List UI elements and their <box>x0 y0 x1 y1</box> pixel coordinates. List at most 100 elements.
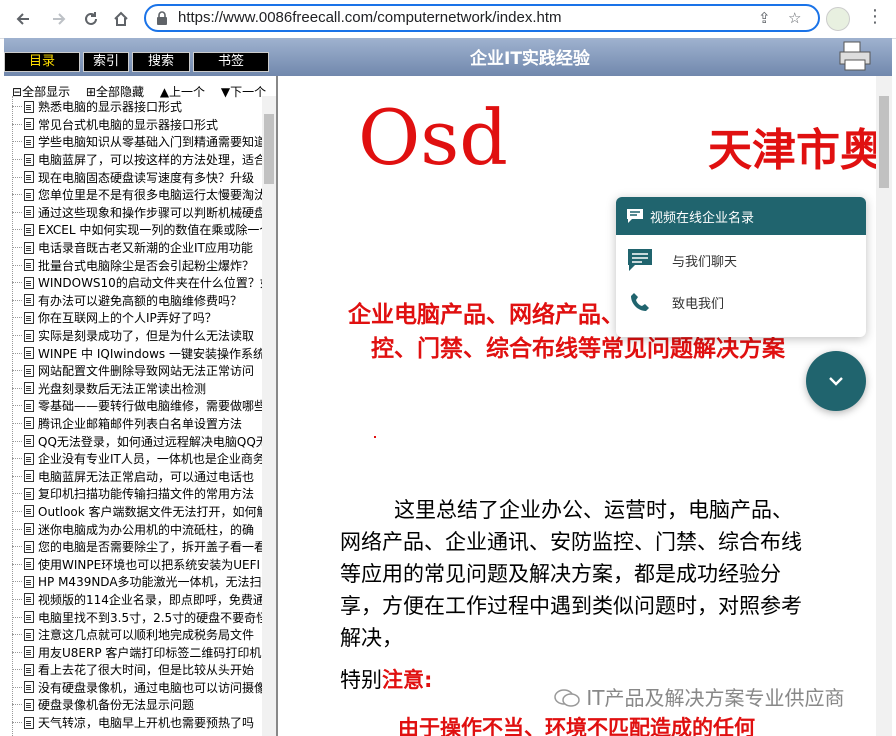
toc-item-label[interactable]: 学些电脑知识从零基础入门到精通需要知道的 <box>38 133 264 150</box>
document-icon <box>24 558 34 571</box>
toc-item-label[interactable]: 视频版的114企业名录，即点即呼，免费通话 <box>38 591 264 608</box>
tree-connector <box>12 123 22 125</box>
more-menu-icon[interactable]: ⋮ <box>866 6 884 27</box>
toc-item-label[interactable]: 硬盘录像机备份无法显示问题 <box>38 696 194 713</box>
toc-item[interactable]: 学些电脑知识从零基础入门到精通需要知道的 <box>12 133 264 151</box>
reload-button[interactable] <box>78 6 104 32</box>
toc-item-label[interactable]: Outlook 客户端数据文件无法打开，如何解决 <box>38 503 264 520</box>
scrollbar-thumb[interactable] <box>879 96 889 188</box>
toc-item[interactable]: 视频版的114企业名录，即点即呼，免费通话 <box>12 591 264 609</box>
toc-item[interactable]: 网站配置文件删除导致网站无法正常访问 <box>12 362 264 380</box>
content-scrollbar[interactable] <box>876 76 892 736</box>
toc-item-label[interactable]: 注意这几点就可以顺利地完成税务局文件 <box>38 626 254 643</box>
toc-item[interactable]: 腾讯企业邮箱邮件列表白名单设置方法 <box>12 415 264 433</box>
toc-item[interactable]: QQ无法登录，如何通过远程解决电脑QQ无法 <box>12 432 264 450</box>
toc-item[interactable]: HP M439NDA多功能激光一体机，无法扫描 <box>12 573 264 591</box>
profile-avatar[interactable] <box>826 7 850 31</box>
toc-item-label[interactable]: 企业没有专业IT人员，一体机也是企业商务 <box>38 450 264 467</box>
previous-button[interactable]: ▲上一个 <box>160 85 205 99</box>
forward-button[interactable] <box>46 6 72 32</box>
tab-contents[interactable]: 目录 <box>4 52 80 72</box>
star-icon[interactable]: ☆ <box>788 9 801 27</box>
toc-item-label[interactable]: 现在电脑固态硬盘读写速度有多快？升级 <box>38 169 254 186</box>
toc-item[interactable]: Outlook 客户端数据文件无法打开，如何解决 <box>12 503 264 521</box>
toc-item[interactable]: 迷你电脑成为办公用机的中流砥柱，的确 <box>12 520 264 538</box>
toc-item[interactable]: 看上去花了很大时间，但是比较从头开始 <box>12 661 264 679</box>
scrollbar-thumb[interactable] <box>264 114 274 184</box>
tab-search[interactable]: 搜索 <box>132 52 190 72</box>
toc-item-label[interactable]: EXCEL 中如何实现一列的数值在乘或除一个 <box>38 221 264 238</box>
toc-item-label[interactable]: 您的电脑是否需要除尘了，拆开盖子看一看 <box>38 538 264 555</box>
toc-item-label[interactable]: 看上去花了很大时间，但是比较从头开始 <box>38 661 254 678</box>
toc-item-label[interactable]: 电脑蓝屏无法正常启动，可以通过电话也 <box>38 468 254 485</box>
toc-item[interactable]: WINDOWS10的启动文件夹在什么位置？如何 <box>12 274 264 292</box>
next-button[interactable]: ▼下一个 <box>221 85 266 99</box>
toc-item[interactable]: 批量台式电脑除尘是否会引起粉尘爆炸？ <box>12 256 264 274</box>
toc-item[interactable]: 实际是刻录成功了，但是为什么无法读取 <box>12 327 264 345</box>
toc-item-label[interactable]: WINPE 中 IQIwindows 一键安装操作系统 <box>38 345 264 362</box>
toc-item-label[interactable]: 电脑蓝屏了，可以按这样的方法处理，适合 <box>38 151 264 168</box>
url-text[interactable]: https://www.0086freecall.com/computernet… <box>178 9 562 26</box>
toc-item[interactable]: 熟悉电脑的显示器接口形式 <box>12 98 264 116</box>
toc-item[interactable]: 用友U8ERP 客户端打印标签二维码打印机 <box>12 643 264 661</box>
toc-item[interactable]: 注意这几点就可以顺利地完成税务局文件 <box>12 626 264 644</box>
chat-with-us-option[interactable]: 与我们聊天 <box>616 239 866 281</box>
toc-item[interactable]: 现在电脑固态硬盘读写速度有多快？升级 <box>12 168 264 186</box>
toc-item[interactable]: 电脑蓝屏了，可以按这样的方法处理，适合 <box>12 151 264 169</box>
contents-scrollbar[interactable] <box>262 96 276 736</box>
toc-item[interactable]: 通过这些现象和操作步骤可以判断机械硬盘 <box>12 204 264 222</box>
toc-item-label[interactable]: 您单位里是不是有很多电脑运行太慢要淘汰 <box>38 186 264 203</box>
toc-item-label[interactable]: 常见台式机电脑的显示器接口形式 <box>38 116 218 133</box>
expand-all-button[interactable]: ⊟全部显示 <box>12 85 70 99</box>
toc-item-label[interactable]: 批量台式电脑除尘是否会引起粉尘爆炸？ <box>38 257 254 274</box>
toc-item-label[interactable]: 通过这些现象和操作步骤可以判断机械硬盘 <box>38 204 264 221</box>
toc-item[interactable]: 电脑蓝屏无法正常启动，可以通过电话也 <box>12 467 264 485</box>
toc-item-label[interactable]: 网站配置文件删除导致网站无法正常访问 <box>38 362 254 379</box>
share-icon[interactable]: ⇪ <box>758 9 771 27</box>
toc-item[interactable]: 使用WINPE环境也可以把系统安装为UEFI <box>12 555 264 573</box>
back-button[interactable] <box>10 6 36 32</box>
printer-icon[interactable] <box>838 40 872 72</box>
toc-item[interactable]: 常见台式机电脑的显示器接口形式 <box>12 116 264 134</box>
collapse-all-button[interactable]: ⊞全部隐藏 <box>86 85 144 99</box>
toc-item-label[interactable]: 复印机扫描功能传输扫描文件的常用方法 <box>38 485 254 502</box>
home-button[interactable] <box>108 6 134 32</box>
toc-item-label[interactable]: 迷你电脑成为办公用机的中流砥柱，的确 <box>38 521 254 538</box>
toc-item-label[interactable]: QQ无法登录，如何通过远程解决电脑QQ无法 <box>38 433 264 450</box>
toc-item-label[interactable]: 使用WINPE环境也可以把系统安装为UEFI <box>38 556 260 573</box>
toc-item[interactable]: 你在互联网上的个人IP弄好了吗？ <box>12 309 264 327</box>
toc-item-label[interactable]: HP M439NDA多功能激光一体机，无法扫描 <box>38 573 264 590</box>
toc-item[interactable]: 光盘刻录数后无法正常读出检测 <box>12 380 264 398</box>
toc-item[interactable]: 天气转凉，电脑早上开机也需要预热了吗 <box>12 714 264 732</box>
toc-item[interactable]: 零基础——要转行做电脑维修，需要做哪些 <box>12 397 264 415</box>
toc-item-label[interactable]: 你在互联网上的个人IP弄好了吗？ <box>38 309 217 326</box>
toc-item-label[interactable]: 用友U8ERP 客户端打印标签二维码打印机 <box>38 644 261 661</box>
toc-item-label[interactable]: 天气转凉，电脑早上开机也需要预热了吗 <box>38 714 254 731</box>
toc-item-label[interactable]: 熟悉电脑的显示器接口形式 <box>38 98 182 115</box>
toc-item-label[interactable]: 没有硬盘录像机，通过电脑也可以访问摄像 <box>38 679 264 696</box>
toc-item[interactable]: 没有硬盘录像机，通过电脑也可以访问摄像 <box>12 679 264 697</box>
toc-item-label[interactable]: WINDOWS10的启动文件夹在什么位置？如何 <box>38 274 264 291</box>
toc-item[interactable]: 电话录音既古老又新潮的企业IT应用功能 <box>12 239 264 257</box>
toc-item-label[interactable]: 电脑里找不到3.5寸，2.5寸的硬盘不要奇怪 <box>38 609 264 626</box>
toc-item-label[interactable]: 实际是刻录成功了，但是为什么无法读取 <box>38 327 254 344</box>
toc-item[interactable]: WINPE 中 IQIwindows 一键安装操作系统 <box>12 344 264 362</box>
toc-item[interactable]: 您单位里是不是有很多电脑运行太慢要淘汰 <box>12 186 264 204</box>
toc-item[interactable]: 硬盘录像机备份无法显示问题 <box>12 696 264 714</box>
toc-item-label[interactable]: 零基础——要转行做电脑维修，需要做哪些 <box>38 397 264 414</box>
tab-bookmarks[interactable]: 书签 <box>193 52 269 72</box>
address-bar[interactable]: https://www.0086freecall.com/computernet… <box>144 4 820 32</box>
toc-item-label[interactable]: 腾讯企业邮箱邮件列表白名单设置方法 <box>38 415 242 432</box>
toc-item[interactable]: 您的电脑是否需要除尘了，拆开盖子看一看 <box>12 538 264 556</box>
tab-index[interactable]: 索引 <box>83 52 129 72</box>
toc-item-label[interactable]: 电话录音既古老又新潮的企业IT应用功能 <box>38 239 253 256</box>
toc-item[interactable]: 企业没有专业IT人员，一体机也是企业商务 <box>12 450 264 468</box>
chat-toggle-button[interactable] <box>806 351 866 411</box>
call-us-option[interactable]: 致电我们 <box>616 281 866 323</box>
toc-item[interactable]: 复印机扫描功能传输扫描文件的常用方法 <box>12 485 264 503</box>
toc-item-label[interactable]: 光盘刻录数后无法正常读出检测 <box>38 380 206 397</box>
toc-item[interactable]: 有办法可以避免高额的电脑维修费吗？ <box>12 292 264 310</box>
toc-item[interactable]: 电脑里找不到3.5寸，2.5寸的硬盘不要奇怪 <box>12 608 264 626</box>
toc-item-label[interactable]: 有办法可以避免高额的电脑维修费吗？ <box>38 292 242 309</box>
toc-item[interactable]: EXCEL 中如何实现一列的数值在乘或除一个 <box>12 221 264 239</box>
